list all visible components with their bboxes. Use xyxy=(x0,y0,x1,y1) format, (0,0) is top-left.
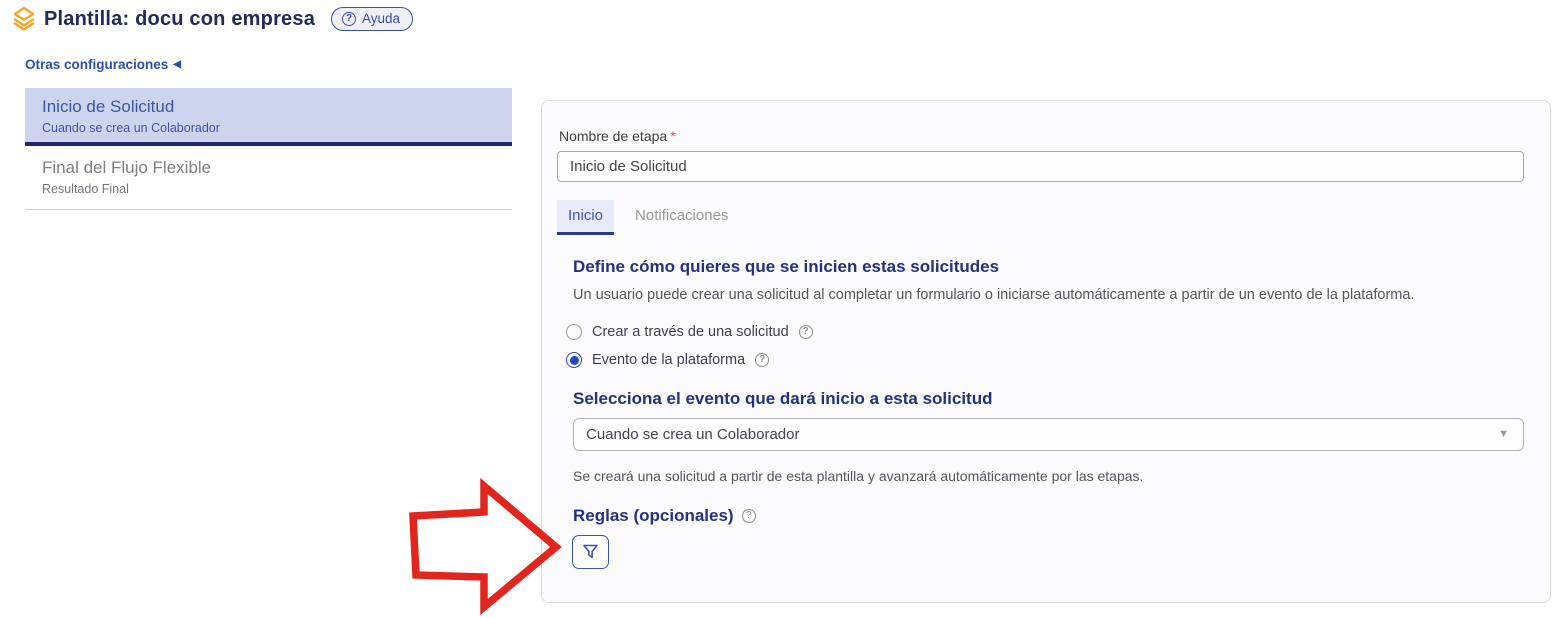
event-helper-text: Se creará una solicitud a partir de esta… xyxy=(573,468,1143,484)
tab-bar: Inicio Notificaciones xyxy=(557,200,739,235)
rules-section-heading: Reglas (opcionales) ? xyxy=(573,506,756,526)
template-editor-page: Plantilla: docu con empresa ? Ayuda Otra… xyxy=(0,0,1554,618)
required-asterisk: * xyxy=(670,128,675,144)
other-configurations-label: Otras configuraciones xyxy=(25,57,168,72)
tab-inicio[interactable]: Inicio xyxy=(557,200,614,235)
add-rule-filter-button[interactable] xyxy=(572,535,609,569)
page-title: Plantilla: docu con empresa xyxy=(44,8,315,31)
question-circle-icon[interactable]: ? xyxy=(742,509,756,523)
filter-funnel-icon xyxy=(582,544,599,560)
radio-checked-icon[interactable] xyxy=(566,352,582,368)
stage-subtitle: Resultado Final xyxy=(42,182,512,196)
stage-subtitle: Cuando se crea un Colaborador xyxy=(42,121,512,135)
tab-notificaciones[interactable]: Notificaciones xyxy=(624,200,739,235)
radio-option-solicitud[interactable]: Crear a través de una solicitud ? xyxy=(566,324,813,340)
radio-option-evento[interactable]: Evento de la plataforma ? xyxy=(566,352,769,368)
stage-name-label-text: Nombre de etapa xyxy=(559,128,667,144)
event-select[interactable]: Cuando se crea un Colaborador ▼ xyxy=(573,418,1524,451)
stage-name-label: Nombre de etapa* xyxy=(559,128,676,144)
stage-list: Inicio de Solicitud Cuando se crea un Co… xyxy=(25,88,512,210)
other-configurations-link[interactable]: Otras configuraciones ◀ xyxy=(25,57,181,72)
stage-name-input[interactable] xyxy=(557,151,1524,182)
question-circle-icon[interactable]: ? xyxy=(799,325,813,339)
help-button-label: Ayuda xyxy=(362,11,400,26)
chevron-down-icon: ▼ xyxy=(1498,429,1509,440)
stage-title: Final del Flujo Flexible xyxy=(42,158,512,178)
help-button[interactable]: ? Ayuda xyxy=(331,7,413,31)
radio-unchecked-icon[interactable] xyxy=(566,324,582,340)
event-select-value: Cuando se crea un Colaborador xyxy=(586,426,799,443)
event-section-heading: Selecciona el evento que dará inicio a e… xyxy=(573,389,992,409)
stage-title: Inicio de Solicitud xyxy=(42,97,512,117)
rules-heading-text: Reglas (opcionales) xyxy=(573,506,734,526)
radio-option-label: Crear a través de una solicitud xyxy=(592,324,789,340)
start-section-heading: Define cómo quieres que se inicien estas… xyxy=(573,257,999,277)
stage-item-final-del-flujo[interactable]: Final del Flujo Flexible Resultado Final xyxy=(25,146,512,210)
page-header: Plantilla: docu con empresa ? Ayuda xyxy=(12,6,413,32)
radio-option-label: Evento de la plataforma xyxy=(592,352,745,368)
collapse-left-icon: ◀ xyxy=(173,60,181,70)
question-circle-icon: ? xyxy=(342,12,356,26)
layers-icon xyxy=(12,6,36,32)
stage-item-inicio-de-solicitud[interactable]: Inicio de Solicitud Cuando se crea un Co… xyxy=(25,88,512,146)
question-circle-icon[interactable]: ? xyxy=(755,353,769,367)
start-section-description: Un usuario puede crear una solicitud al … xyxy=(573,287,1414,303)
